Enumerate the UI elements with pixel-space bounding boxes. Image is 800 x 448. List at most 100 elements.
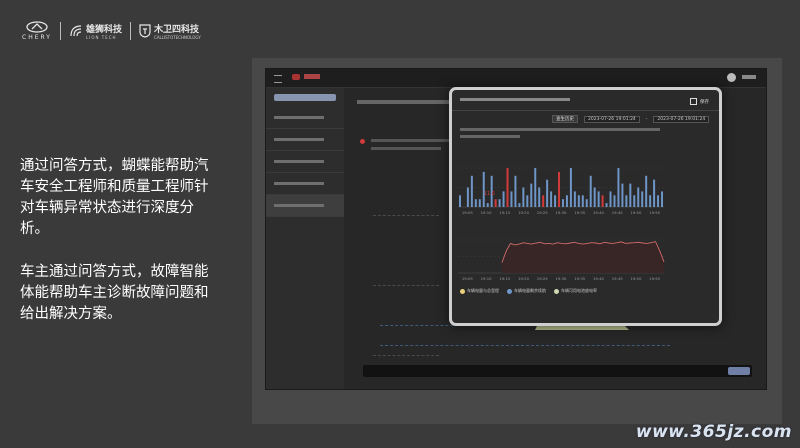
bar [561,199,564,207]
lion-tech-name: 雄狮科技 [85,25,122,35]
bar [585,199,588,207]
bar [645,175,648,207]
bar [569,168,572,207]
description-paragraph-1: 通过问答方式，蝴蝶能帮助汽车安全工程师和质量工程师针对车辆异常状态进行深度分析。 [20,158,209,237]
bar-chart-tick-label: 19:55 [649,210,661,215]
legend-item-3: 车辆可用电池放电率 [554,288,597,294]
bar [565,195,568,207]
zoom-magnifier-panel: 保存 查生历史 2023-07-26 19:01:24 - 2023-07-26… [449,87,722,326]
sidebar-item[interactable] [266,151,344,173]
bar [649,195,652,207]
chart-left-area [373,315,439,356]
new-chat-button[interactable] [274,94,336,101]
bar [550,191,553,207]
legend-label-3: 车辆可用电池放电率 [561,288,597,293]
bar [482,171,485,207]
bar [518,203,521,207]
bar-chart-tick-label: 19:45 [612,210,624,215]
sidebar-item[interactable] [266,107,344,129]
description: 通过问答方式，蝴蝶能帮助汽车安全工程师和质量工程师针对车辆异常状态进行深度分析。… [20,156,215,347]
bar [641,191,644,207]
bar [637,187,640,207]
chart-left-area [373,165,439,216]
bar [526,195,529,207]
bar [558,171,561,207]
bar [542,195,545,207]
bar [530,183,533,207]
bar-chart-tick-label: 19:25 [537,210,549,215]
bar [617,168,620,207]
bar [554,195,557,207]
bar [546,179,549,207]
sidebar-item-active[interactable] [266,195,344,217]
sidebar-item[interactable] [266,129,344,151]
bar [657,195,660,207]
answer-line [371,147,441,150]
chery-emblem-icon [26,21,48,33]
bar-chart-annotation: 11.6 [484,191,495,197]
bar [502,191,505,207]
line-chart-tick-label: 19:30 [556,276,568,281]
chart-legend: 车辆电量与总里程 车辆电量剩余续航 车辆可用电池放电率 [460,288,597,294]
legend-label-2: 车辆电量剩余续航 [514,288,546,293]
bar [510,191,513,207]
legend-swatch-1 [460,288,465,294]
send-button[interactable] [728,367,750,375]
bar-chart-tick-label: 19:50 [630,210,642,215]
legend-item-2: 车辆电量剩余续航 [507,288,546,294]
app-topbar [266,69,766,88]
callisto-sub: CALLISTOTECHNOLOGY [153,35,201,40]
chery-logo: CHERY [22,21,52,41]
line-chart-tick-label: 19:20 [518,276,530,281]
brand-logos: CHERY 雄狮科技 LION TECH 木卫四科技 CALLISTOTECHN… [22,20,201,42]
bar [593,187,596,207]
user-name[interactable] [742,75,756,79]
line-chart-tick-label: 19:50 [630,276,642,281]
logo-divider [59,22,61,40]
bar [577,195,580,207]
description-paragraph-2: 车主通过问答方式，故障智能体能帮助车主诊断故障问题和给出解决方案。 [20,264,209,322]
bar [514,175,517,207]
lion-tech-sub: LION TECH [85,35,117,40]
bar [653,179,656,207]
bar [573,191,576,207]
bar [589,175,592,207]
line-chart-tick-label: 19:25 [537,276,549,281]
sidebar-item[interactable] [266,173,344,195]
line-chart-tick-label: 19:35 [574,276,586,281]
legend-swatch-3 [554,288,559,294]
bar [478,199,481,207]
bar-chart-tick-label: 19:30 [556,210,568,215]
chat-input[interactable] [363,365,752,377]
assistant-avatar-icon [360,139,365,144]
bar [629,183,632,207]
bar [466,187,469,207]
bar [470,175,473,207]
line-chart-area [502,241,664,273]
watermark: www.365jz.com [635,422,792,442]
bar [522,187,525,207]
bar-chart-tick-label: 19:05 [462,210,474,215]
bar-chart-tick-label: 19:10 [481,210,493,215]
bar [609,191,612,207]
line-chart-tick-label: 19:05 [462,276,474,281]
bar [597,191,600,207]
lion-emblem-icon [70,25,81,37]
bar [661,191,664,207]
menu-icon[interactable] [274,75,282,83]
bar [581,195,584,207]
bar [621,183,624,207]
bar [458,195,461,207]
charts-svg: 11.6 19:05 19:10 19:15 19:20 19:25 19:30 19:35 1… [458,167,665,281]
bar [538,187,541,207]
bar [506,168,509,207]
chart-left-area [373,245,439,286]
chery-logo-text: CHERY [22,34,52,41]
bar [474,199,477,207]
avatar[interactable] [727,73,736,82]
line-chart-tick-label: 19:45 [612,276,624,281]
bar [613,195,616,207]
bar-chart-tick-label: 19:20 [518,210,530,215]
bar-chart-tick-label: 19:15 [499,210,511,215]
legend-item-1: 车辆电量与总里程 [460,288,499,294]
